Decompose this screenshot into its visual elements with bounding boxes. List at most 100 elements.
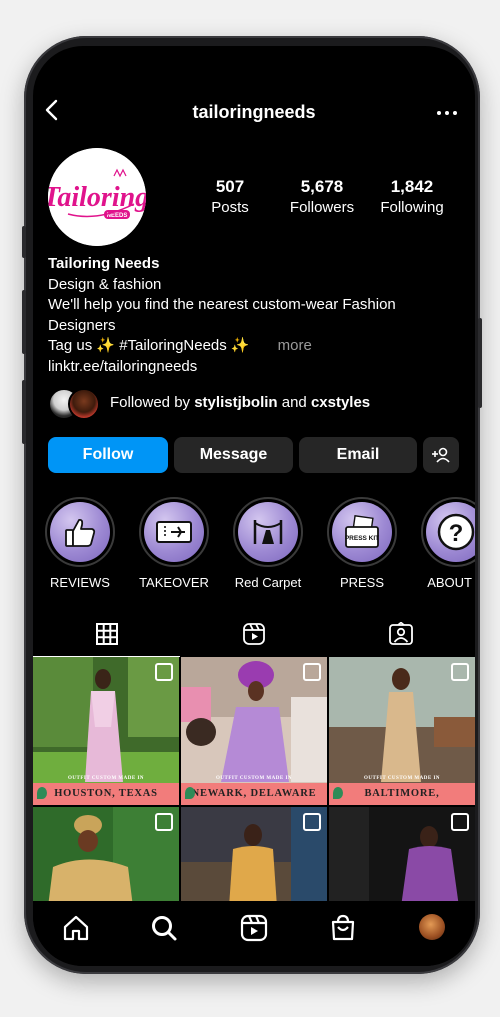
tab-tagged[interactable] xyxy=(327,611,474,657)
highlight-cover xyxy=(144,502,204,562)
tailoring-needs-logo: Tailoring NEEDS xyxy=(48,148,146,246)
location-banner: OUTFIT CUSTOM MADE INBALTIMORE, MARYLAND xyxy=(329,776,475,805)
multiple-photos-icon xyxy=(155,813,173,831)
question-mark-text: ? xyxy=(449,520,464,547)
reels-icon xyxy=(240,914,268,942)
highlight-ring xyxy=(139,497,209,567)
nav-reels[interactable] xyxy=(239,913,269,943)
highlight-cover: ? xyxy=(426,502,475,562)
phone-power-button xyxy=(478,318,482,408)
nav-shop[interactable] xyxy=(328,913,358,943)
highlight-reviews[interactable]: REVIEWS xyxy=(43,497,117,590)
post-thumbnail[interactable]: OUTFIT CUSTOM MADE IN NEWARK, DELAWARE xyxy=(181,657,327,805)
map-pin-icon xyxy=(37,787,47,799)
highlight-red-carpet[interactable]: Red Carpet xyxy=(231,497,305,590)
location-banner: OUTFIT CUSTOM MADE IN NEWARK, DELAWARE xyxy=(181,776,327,805)
map-pin-icon xyxy=(333,787,343,799)
profile-username: tailoringneeds xyxy=(192,102,316,122)
bio-line-3-row: Tag us ✨ #TailoringNeeds ✨ more xyxy=(48,336,458,357)
multiple-photos-icon xyxy=(303,813,321,831)
highlight-ring xyxy=(233,497,303,567)
tagged-icon xyxy=(388,622,413,645)
post-thumbnail[interactable] xyxy=(181,807,327,907)
multiple-photos-icon xyxy=(303,663,321,681)
nav-profile-avatar[interactable] xyxy=(419,914,445,940)
highlight-takeover[interactable]: TAKEOVER xyxy=(137,497,211,590)
nav-search[interactable] xyxy=(149,913,179,943)
bio-line-2: Designers xyxy=(48,316,116,334)
category-label: Design & fashion xyxy=(48,275,162,293)
thumbs-up-icon xyxy=(65,518,96,547)
red-carpet-icon xyxy=(253,520,283,544)
bio-line-3: Tag us ✨ #TailoringNeeds ✨ xyxy=(48,337,250,355)
add-person-icon xyxy=(432,447,450,463)
phone-volume-up xyxy=(22,290,26,354)
post-thumbnail[interactable]: OUTFIT CUSTOM MADE INBALTIMORE, MARYLAND xyxy=(329,657,475,805)
posts-grid: OUTFIT CUSTOM MADE IN HOUSTON, TEXAS OUTF… xyxy=(33,657,475,907)
following-count: 1,842 xyxy=(390,177,434,196)
bottom-navigation xyxy=(33,901,475,966)
highlight-label: Red Carpet xyxy=(234,575,302,590)
follow-button[interactable]: Follow xyxy=(48,437,168,473)
search-icon xyxy=(152,916,177,941)
question-icon: ? xyxy=(437,513,475,551)
home-icon xyxy=(63,915,89,941)
stat-followers[interactable]: 5,678 Followers xyxy=(283,177,361,216)
post-thumbnail[interactable] xyxy=(329,807,475,907)
multiple-photos-icon xyxy=(155,663,173,681)
multiple-photos-icon xyxy=(451,663,469,681)
bio-line-1: We'll help you find the nearest custom-w… xyxy=(48,296,396,314)
suggest-users-button[interactable] xyxy=(423,437,459,473)
highlight-cover xyxy=(238,502,298,562)
posts-label: Posts xyxy=(211,199,249,216)
display-name: Tailoring Needs xyxy=(48,255,160,272)
highlight-cover xyxy=(50,502,110,562)
location-banner: OUTFIT CUSTOM MADE IN HOUSTON, TEXAS xyxy=(33,776,179,805)
highlight-ring: ? xyxy=(421,497,475,567)
post-thumbnail[interactable]: OUTFIT CUSTOM MADE IN HOUSTON, TEXAS xyxy=(33,657,179,805)
bio-link[interactable]: linktr.ee/tailoringneeds xyxy=(48,357,458,378)
tab-reels[interactable] xyxy=(180,611,327,657)
profile-bio: Tailoring Needs Design & fashion We'll h… xyxy=(48,254,458,378)
stat-posts[interactable]: 507 Posts xyxy=(198,177,262,216)
tab-grid[interactable] xyxy=(33,611,180,657)
phone-volume-down xyxy=(22,380,26,444)
press-kit-text: PRESS KIT xyxy=(345,535,379,542)
nav-home[interactable] xyxy=(61,913,91,943)
stat-following[interactable]: 1,842 Following xyxy=(375,177,449,216)
ticket-icon xyxy=(156,521,192,543)
reels-icon xyxy=(242,623,265,645)
post-thumbnail[interactable] xyxy=(33,807,179,907)
map-pin-icon xyxy=(185,787,195,799)
email-button[interactable]: Email xyxy=(299,437,417,473)
highlight-label: ABOUT U xyxy=(427,575,475,590)
following-label: Following xyxy=(380,199,444,216)
followed-by-row[interactable]: Followed by stylistjbolin and cxstyles xyxy=(48,388,468,420)
multiple-photos-icon xyxy=(451,813,469,831)
more-options-icon[interactable] xyxy=(435,106,459,120)
highlight-cover: PRESS KIT xyxy=(332,502,392,562)
highlight-ring: PRESS KIT xyxy=(327,497,397,567)
press-kit-icon: PRESS KIT xyxy=(345,515,379,548)
highlight-label: REVIEWS xyxy=(50,575,110,590)
highlight-about[interactable]: ? ABOUT U xyxy=(419,497,475,590)
follower-avatar-2 xyxy=(68,388,100,420)
followed-by-text: Followed by stylistjbolin and cxstyles xyxy=(110,394,371,411)
highlight-label: PRESS xyxy=(339,575,385,590)
followers-count: 5,678 xyxy=(300,177,344,196)
shop-icon xyxy=(331,914,355,941)
highlight-ring xyxy=(45,497,115,567)
highlight-press[interactable]: PRESS KIT PRESS xyxy=(325,497,399,590)
followers-label: Followers xyxy=(289,199,355,216)
phone-screen: tailoringneeds Tailoring NEEDS 507 Posts… xyxy=(33,46,475,966)
profile-tabs xyxy=(33,611,475,657)
posts-count: 507 xyxy=(215,177,245,196)
phone-side-button xyxy=(22,226,26,258)
profile-avatar[interactable]: Tailoring NEEDS xyxy=(48,148,146,246)
highlight-label: TAKEOVER xyxy=(139,575,209,590)
more-link[interactable]: more xyxy=(278,337,312,354)
profile-top-bar: tailoringneeds xyxy=(33,90,475,134)
message-button[interactable]: Message xyxy=(174,437,293,473)
grid-icon xyxy=(95,622,118,645)
svg-text:Tailoring: Tailoring xyxy=(48,182,146,213)
